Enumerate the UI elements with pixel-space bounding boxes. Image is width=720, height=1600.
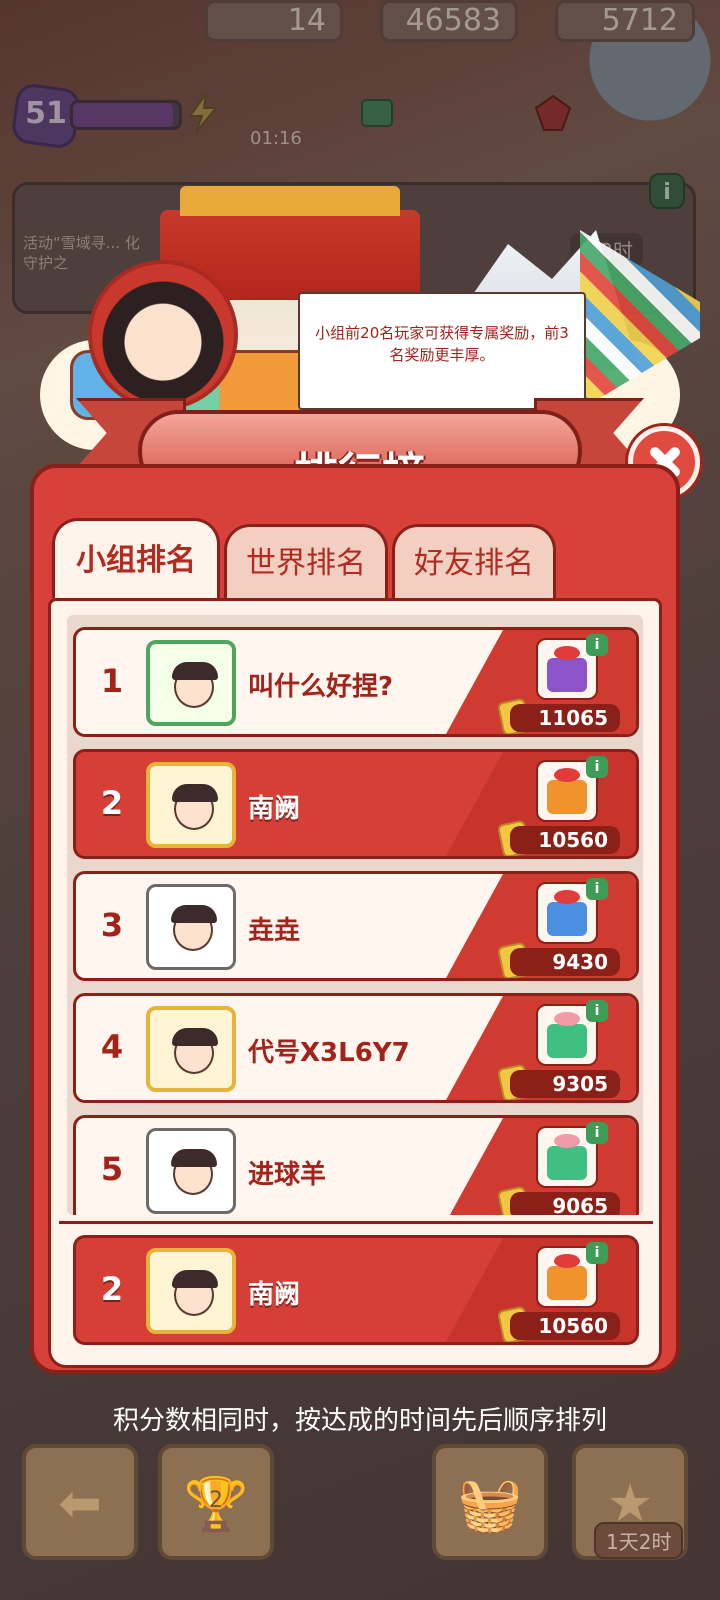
avatar[interactable] xyxy=(146,884,236,970)
list-item[interactable]: 3 垚垚 i 9430 xyxy=(73,871,639,981)
ranking-panel: 1 叫什么好捏? i 11065 2 南阙 i 10560 3 垚垚 i 943… xyxy=(48,598,662,1368)
avatar[interactable] xyxy=(146,640,236,726)
rank-number: 4 xyxy=(100,1028,124,1066)
info-icon[interactable]: i xyxy=(586,634,608,656)
info-icon[interactable]: i xyxy=(586,1122,608,1144)
info-icon[interactable]: i xyxy=(586,878,608,900)
list-item[interactable]: 1 叫什么好捏? i 11065 xyxy=(73,627,639,737)
tab-world-rank[interactable]: 世界排名 xyxy=(224,524,388,598)
list-item[interactable]: 5 进球羊 i 9065 xyxy=(73,1115,639,1215)
shop-button[interactable]: 🧺 xyxy=(432,1444,548,1560)
score: 9430 xyxy=(510,948,620,976)
avatar[interactable] xyxy=(146,1128,236,1214)
tab-friend-rank[interactable]: 好友排名 xyxy=(392,524,556,598)
basket-icon: 🧺 xyxy=(457,1475,523,1535)
avatar[interactable] xyxy=(146,762,236,848)
player-name: 垚垚 xyxy=(248,916,301,946)
score: 10560 xyxy=(510,1312,620,1340)
back-button[interactable]: ⬅ xyxy=(22,1444,138,1560)
tab-group-rank[interactable]: 小组排名 xyxy=(52,518,220,598)
rank-number: 3 xyxy=(100,906,124,944)
ranking-list[interactable]: 1 叫什么好捏? i 11065 2 南阙 i 10560 3 垚垚 i 943… xyxy=(67,615,643,1215)
rank-number: 2 xyxy=(100,1270,124,1308)
arrow-left-icon: ⬅ xyxy=(58,1474,102,1534)
list-item[interactable]: 4 代号X3L6Y7 i 9305 xyxy=(73,993,639,1103)
reward-tooltip: 小组前20名玩家可获得专属奖励，前3名奖励更丰厚。 xyxy=(298,292,586,410)
avatar[interactable] xyxy=(146,1006,236,1092)
rank-number: 1 xyxy=(100,662,124,700)
event-countdown: 1天2时 xyxy=(594,1522,684,1559)
avatar[interactable] xyxy=(146,1248,236,1334)
info-icon[interactable]: i xyxy=(586,756,608,778)
leaderboard-card: 小组排名 世界排名 好友排名 1 叫什么好捏? i 11065 2 南阙 i 1… xyxy=(30,464,680,1374)
player-name: 叫什么好捏? xyxy=(248,672,394,702)
rank-number: 5 xyxy=(100,1150,124,1188)
character-portrait xyxy=(88,260,238,410)
player-name: 南阙 xyxy=(248,794,301,824)
score: 11065 xyxy=(510,704,620,732)
info-icon[interactable]: i xyxy=(586,1242,608,1264)
score: 9305 xyxy=(510,1070,620,1098)
player-name: 进球羊 xyxy=(248,1160,327,1190)
self-rank-row[interactable]: 2 南阙 i 10560 xyxy=(73,1235,639,1345)
player-name: 代号X3L6Y7 xyxy=(248,1038,410,1068)
trophy-badge: 2 xyxy=(209,1488,223,1513)
divider xyxy=(59,1221,653,1224)
rank-number: 2 xyxy=(100,784,124,822)
trophy-button[interactable]: 🏆 2 xyxy=(158,1444,274,1560)
score: 10560 xyxy=(510,826,620,854)
list-item[interactable]: 2 南阙 i 10560 xyxy=(73,749,639,859)
player-name: 南阙 xyxy=(248,1280,301,1310)
tie-rule-note: 积分数相同时，按达成的时间先后顺序排列 xyxy=(112,1406,607,1436)
info-icon[interactable]: i xyxy=(586,1000,608,1022)
score: 9065 xyxy=(510,1192,620,1215)
